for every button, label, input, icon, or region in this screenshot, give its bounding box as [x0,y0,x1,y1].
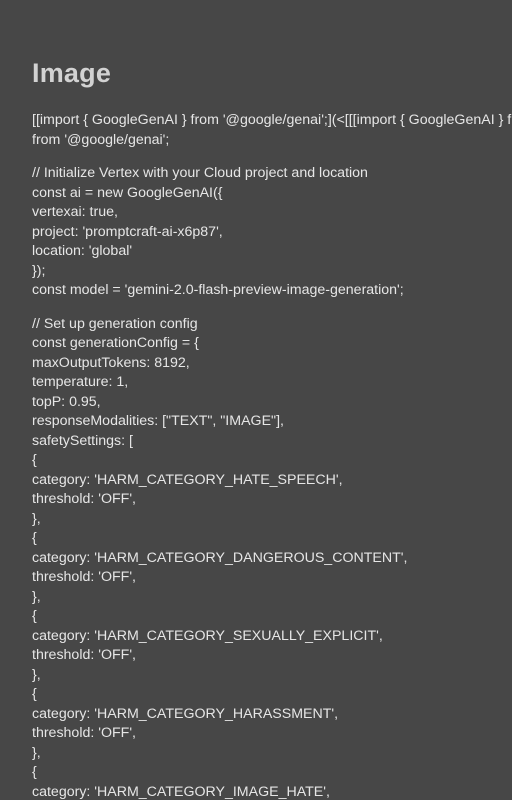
code-line: }, [32,510,41,527]
code-line: safetySettings: [ [32,432,133,449]
code-line: threshold: 'OFF', [32,569,136,585]
code-line: }, [32,588,41,605]
code-line: { [32,452,37,468]
code-line: const ai = new GoogleGenAI({ [32,184,223,201]
code-line: from '@google/genai'; [32,131,170,148]
code-line: const model = 'gemini-2.0-flash-preview-… [32,282,404,298]
code-line: }, [32,744,41,761]
code-line: responseModalities: ["TEXT", "IMAGE"], [32,413,284,429]
code-line: [[import { GoogleGenAI } from '@google/g… [32,112,512,128]
code-line: maxOutputTokens: 8192, [32,354,190,371]
code-line: category: 'HARM_CATEGORY_SEXUALLY_EXPLIC… [32,627,383,644]
code-line: vertexai: true, [32,204,118,220]
code-line: const generationConfig = { [32,335,199,351]
code-line: threshold: 'OFF', [32,725,136,741]
code-line: // Initialize Vertex with your Cloud pro… [32,165,368,181]
code-block: [[import { GoogleGenAI } from '@google/g… [32,111,512,150]
code-line: { [32,530,37,546]
code-line: threshold: 'OFF', [32,647,136,663]
code-line: temperature: 1, [32,374,129,390]
code-line: }); [32,262,46,279]
document-page: Image [[import { GoogleGenAI } from '@go… [0,0,512,800]
code-content: [[import { GoogleGenAI } from '@google/g… [32,111,512,800]
code-line: project: 'promptcraft-ai-x6p87', [32,223,223,240]
code-line: }, [32,666,41,683]
code-line: { [32,686,37,702]
code-block: // Initialize Vertex with your Cloud pro… [32,164,512,301]
page-title: Image [32,58,112,88]
code-line: { [32,608,37,624]
code-line: { [32,764,37,780]
code-line: // Set up generation config [32,315,198,332]
code-block: // Set up generation config const generat… [32,315,512,800]
code-line: category: 'HARM_CATEGORY_HATE_SPEECH', [32,471,343,488]
code-line: location: 'global' [32,243,133,259]
code-line: threshold: 'OFF', [32,491,136,507]
code-line: category: 'HARM_CATEGORY_DANGEROUS_CONTE… [32,549,408,566]
code-line: category: 'HARM_CATEGORY_HARASSMENT', [32,705,339,722]
code-line: category: 'HARM_CATEGORY_IMAGE_HATE', [32,783,330,800]
code-line: topP: 0.95, [32,393,101,410]
